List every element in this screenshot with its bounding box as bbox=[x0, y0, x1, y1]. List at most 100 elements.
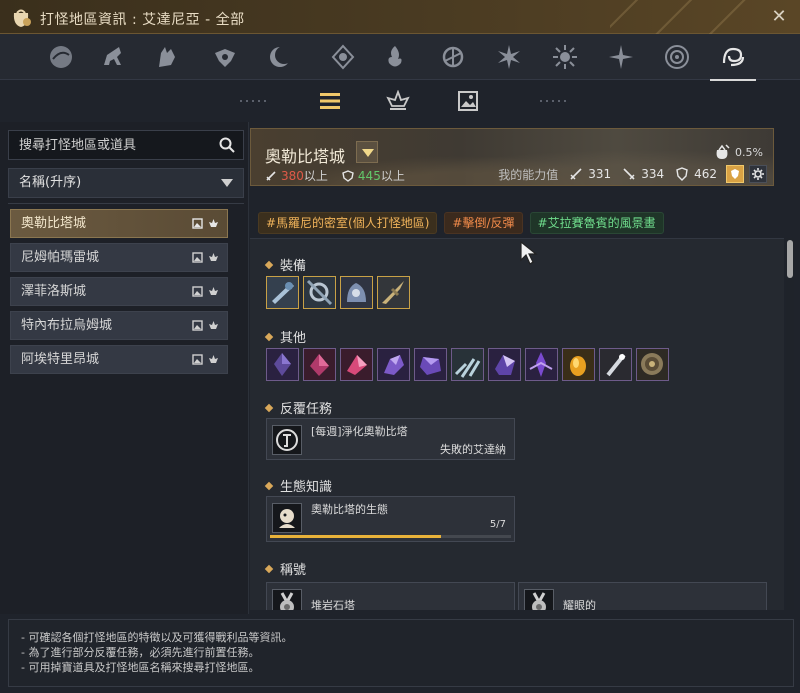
monster-icon bbox=[209, 287, 218, 295]
list-item[interactable]: 澤菲洛斯城 bbox=[10, 277, 228, 306]
title-card[interactable]: 耀眼的 bbox=[518, 582, 767, 610]
scrollbar-thumb[interactable] bbox=[787, 240, 793, 278]
compass-star-icon[interactable] bbox=[604, 40, 638, 74]
monster-icon bbox=[209, 253, 218, 261]
chevron-down-icon bbox=[221, 179, 233, 187]
monster-icon[interactable] bbox=[384, 89, 412, 113]
title-bar: 打怪地區資訊 : 艾達尼亞 - 全部 ✕ bbox=[0, 0, 800, 34]
quest-npc: 失敗的艾達納 bbox=[440, 443, 506, 456]
view-tabs bbox=[0, 80, 800, 122]
section-titles-heading: 稱號 bbox=[264, 559, 306, 578]
ecology-card[interactable]: 奧勒比塔的生態 5/7 bbox=[266, 496, 515, 542]
sun-icon[interactable] bbox=[548, 40, 582, 74]
diamond-emblem-icon[interactable] bbox=[326, 40, 360, 74]
search-input[interactable] bbox=[9, 131, 209, 159]
map-name: 尼姆帕瑪雷城 bbox=[21, 250, 100, 265]
starburst-icon[interactable] bbox=[492, 40, 526, 74]
equipment-item-slot[interactable] bbox=[377, 276, 410, 309]
defense-requirement: 445 bbox=[357, 168, 381, 183]
my-stats-label: 我的能力值 bbox=[498, 167, 559, 182]
crescent-moon-icon[interactable] bbox=[264, 40, 298, 74]
section-equipment-heading: 裝備 bbox=[264, 255, 306, 274]
other-item-slot[interactable] bbox=[488, 348, 521, 381]
help-line: - 可用掉寶道具及打怪地區名稱來搜尋打怪地區。 bbox=[21, 661, 260, 674]
winged-emblem-icon[interactable] bbox=[208, 40, 242, 74]
list-item[interactable]: 尼姆帕瑪雷城 bbox=[10, 243, 228, 272]
region-tags: #馬羅尼的密室(個人打怪地區) #擊倒/反彈 #艾拉賽魯賓的風景畫 bbox=[258, 212, 664, 234]
list-separator bbox=[8, 203, 244, 204]
flame-emblem-icon[interactable] bbox=[378, 40, 412, 74]
section-repeat-quests-heading: 反覆任務 bbox=[264, 398, 332, 417]
horse-icon[interactable] bbox=[96, 40, 130, 74]
other-item-slot[interactable] bbox=[525, 348, 558, 381]
dagger-icon bbox=[623, 168, 635, 180]
image-icon bbox=[192, 218, 203, 229]
image-icon[interactable] bbox=[454, 89, 482, 113]
region-details-panel: 裝備 其他 反覆任務 [每週]淨化奧勒比塔 失敗的艾達納 生態知識 奧勒比塔的生… bbox=[250, 238, 784, 610]
other-item-slot[interactable] bbox=[414, 348, 447, 381]
list-item[interactable]: 阿埃特里昂城 bbox=[10, 345, 228, 374]
quest-scroll-icon bbox=[272, 425, 302, 455]
search-icon[interactable] bbox=[219, 137, 235, 153]
map-name: 奧勒比塔城 bbox=[21, 216, 87, 231]
region-dropdown-button[interactable] bbox=[356, 141, 378, 163]
other-item-slot[interactable] bbox=[266, 348, 299, 381]
other-item-slot[interactable] bbox=[303, 348, 336, 381]
shield-icon bbox=[676, 167, 688, 181]
title-card[interactable]: 堆岩石塔 bbox=[266, 582, 515, 610]
close-icon[interactable]: ✕ bbox=[768, 6, 790, 28]
equipment-item-slot[interactable] bbox=[303, 276, 336, 309]
drop-rate-value: 0.5% bbox=[735, 145, 763, 159]
map-list: 奧勒比塔城 尼姆帕瑪雷城 澤菲洛斯城 特內布拉烏姆城 阿埃特里昂城 bbox=[10, 209, 228, 379]
attack-requirement: 380 bbox=[281, 168, 304, 183]
other-item-row bbox=[266, 348, 669, 381]
other-item-slot[interactable] bbox=[599, 348, 632, 381]
shield-icon bbox=[342, 169, 354, 182]
other-item-slot[interactable] bbox=[340, 348, 373, 381]
other-item-slot[interactable] bbox=[377, 348, 410, 381]
map-pouch-icon bbox=[13, 9, 31, 27]
list-item[interactable]: 奧勒比塔城 bbox=[10, 209, 228, 238]
image-icon bbox=[192, 286, 203, 297]
medal-icon bbox=[524, 589, 554, 610]
ecology-progress-text: 5/7 bbox=[489, 519, 506, 530]
region-category-tabs bbox=[0, 34, 800, 81]
triskelion-icon[interactable] bbox=[436, 40, 470, 74]
ecology-progress-bar bbox=[270, 535, 511, 538]
list-item[interactable]: 特內布拉烏姆城 bbox=[10, 311, 228, 340]
swirl-emblem-icon[interactable] bbox=[710, 40, 756, 81]
gear-icon bbox=[752, 168, 764, 180]
region-header-card: 奧勒比塔城 380 以上 445 以上 0.5% 我的能力值 331 334 4… bbox=[250, 128, 774, 186]
tag-personal-zone[interactable]: #馬羅尼的密室(個人打怪地區) bbox=[258, 212, 438, 234]
attack-req-suffix: 以上 bbox=[303, 169, 328, 183]
window-title: 打怪地區資訊 : 艾達尼亞 - 全部 bbox=[40, 12, 245, 28]
medal-icon bbox=[272, 589, 302, 610]
stat-compare-button[interactable] bbox=[726, 165, 744, 183]
mandala-icon[interactable] bbox=[660, 40, 694, 74]
requirement-row: 380 以上 445 以上 bbox=[265, 167, 405, 184]
scrollbar[interactable] bbox=[786, 238, 794, 610]
repeat-quest-card[interactable]: [每週]淨化奧勒比塔 失敗的艾達納 bbox=[266, 418, 515, 460]
tag-painting[interactable]: #艾拉賽魯賓的風景畫 bbox=[529, 212, 664, 234]
sort-select[interactable]: 名稱(升序) bbox=[8, 168, 244, 198]
my-attack-value: 331 bbox=[588, 167, 612, 181]
equipment-item-row bbox=[266, 276, 410, 309]
settings-button[interactable] bbox=[749, 165, 767, 183]
other-item-slot[interactable] bbox=[451, 348, 484, 381]
tag-knockdown[interactable]: #擊倒/反彈 bbox=[444, 212, 523, 234]
equipment-item-slot[interactable] bbox=[266, 276, 299, 309]
image-icon bbox=[192, 252, 203, 263]
other-item-slot[interactable] bbox=[636, 348, 669, 381]
drop-rate: 0.5% bbox=[713, 143, 763, 161]
mouse-cursor-icon bbox=[520, 240, 538, 265]
map-name: 阿埃特里昂城 bbox=[21, 352, 100, 367]
map-name: 特內布拉烏姆城 bbox=[21, 318, 113, 333]
bird-icon[interactable] bbox=[44, 40, 78, 74]
image-icon bbox=[192, 320, 203, 331]
other-item-slot[interactable] bbox=[562, 348, 595, 381]
wolf-icon[interactable] bbox=[150, 40, 184, 74]
equipment-item-slot[interactable] bbox=[340, 276, 373, 309]
defense-req-suffix: 以上 bbox=[380, 169, 405, 183]
loot-bag-icon bbox=[716, 144, 730, 159]
list-icon[interactable] bbox=[316, 89, 344, 113]
